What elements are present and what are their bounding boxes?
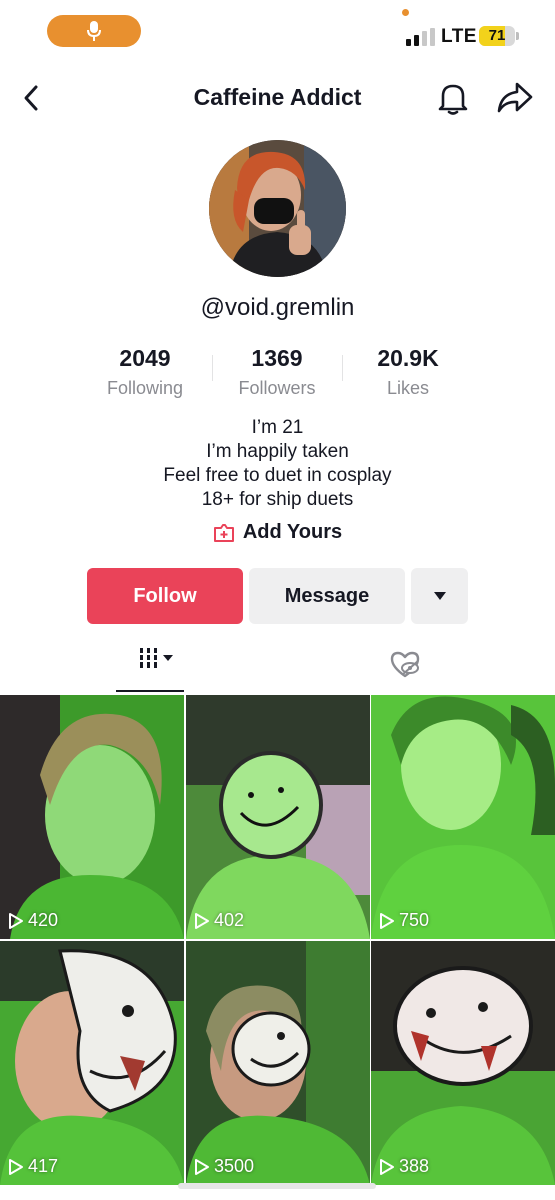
bell-icon bbox=[438, 84, 468, 115]
grid-icon bbox=[138, 648, 173, 668]
microphone-icon bbox=[87, 21, 101, 41]
video-grid: 420 402 750 417 3500 388 bbox=[0, 695, 555, 1200]
play-icon bbox=[380, 1158, 394, 1175]
video-preview-image bbox=[371, 695, 555, 939]
profile-header: Caffeine Addict bbox=[0, 70, 555, 126]
signal-icon bbox=[406, 28, 435, 46]
hidden-heart-icon bbox=[390, 651, 420, 678]
network-type: LTE bbox=[441, 26, 477, 47]
caret-down-icon bbox=[433, 592, 446, 600]
bio-line: 18+ for ship duets bbox=[201, 489, 354, 510]
view-count-text: 388 bbox=[399, 1156, 430, 1176]
stat-number: 2049 bbox=[119, 345, 171, 371]
add-yours-icon bbox=[213, 523, 234, 542]
view-count-text: 402 bbox=[214, 910, 245, 930]
stat-following[interactable]: 2049 Following bbox=[75, 345, 215, 399]
bio: I’m 21 I’m happily taken Feel free to du… bbox=[0, 416, 555, 512]
tab-liked-videos[interactable] bbox=[388, 650, 422, 680]
follow-button[interactable]: Follow bbox=[87, 568, 243, 624]
stat-likes[interactable]: 20.9K Likes bbox=[338, 345, 478, 399]
view-count: 750 bbox=[379, 910, 429, 931]
video-thumbnail[interactable]: 388 bbox=[371, 941, 555, 1185]
stat-number: 20.9K bbox=[377, 345, 439, 371]
play-icon bbox=[380, 912, 394, 929]
avatar[interactable] bbox=[209, 140, 346, 277]
more-options-button[interactable] bbox=[411, 568, 468, 624]
view-count: 388 bbox=[379, 1156, 429, 1177]
video-thumbnail[interactable]: 3500 bbox=[186, 941, 370, 1185]
bio-line: I’m 21 bbox=[251, 417, 304, 438]
stat-followers[interactable]: 1369 Followers bbox=[207, 345, 347, 399]
notifications-button[interactable] bbox=[436, 80, 470, 116]
page-title: Caffeine Addict bbox=[193, 84, 362, 110]
view-count-text: 420 bbox=[28, 910, 59, 930]
add-yours-link[interactable]: Add Yours bbox=[0, 521, 555, 544]
video-preview-image bbox=[186, 695, 370, 939]
stat-label: Following bbox=[106, 378, 184, 398]
stat-label: Likes bbox=[386, 378, 430, 398]
privacy-dot bbox=[402, 9, 409, 16]
video-preview-image bbox=[186, 941, 370, 1185]
video-thumbnail[interactable]: 402 bbox=[186, 695, 370, 939]
stat-number: 1369 bbox=[251, 345, 303, 371]
bio-line: Feel free to duet in cosplay bbox=[163, 465, 392, 486]
view-count: 402 bbox=[194, 910, 244, 931]
active-tab-indicator bbox=[116, 690, 184, 692]
home-indicator[interactable] bbox=[178, 1183, 376, 1189]
username: @void.gremlin bbox=[200, 294, 355, 321]
battery-level: 71 bbox=[488, 27, 506, 44]
view-count-text: 417 bbox=[28, 1156, 59, 1176]
view-count: 417 bbox=[8, 1156, 58, 1177]
play-icon bbox=[9, 912, 23, 929]
add-yours-label: Add Yours bbox=[242, 521, 343, 543]
play-icon bbox=[9, 1158, 23, 1175]
view-count-text: 750 bbox=[399, 910, 430, 930]
battery-tip bbox=[516, 32, 519, 40]
message-button[interactable]: Message bbox=[249, 568, 405, 624]
share-arrow-icon bbox=[497, 82, 533, 113]
tab-videos[interactable] bbox=[116, 645, 184, 693]
video-thumbnail[interactable]: 420 bbox=[0, 695, 184, 939]
video-thumbnail[interactable]: 750 bbox=[371, 695, 555, 939]
video-thumbnail[interactable]: 417 bbox=[0, 941, 184, 1185]
view-count: 420 bbox=[8, 910, 58, 931]
status-bar: LTE 71 bbox=[0, 0, 555, 70]
video-preview-image bbox=[0, 941, 184, 1185]
bio-line: I’m happily taken bbox=[206, 441, 349, 462]
view-count-text: 3500 bbox=[214, 1156, 255, 1176]
avatar-image bbox=[209, 140, 346, 277]
stat-label: Followers bbox=[238, 378, 316, 398]
play-icon bbox=[195, 912, 209, 929]
battery-icon: 71 bbox=[479, 26, 515, 46]
microphone-indicator[interactable] bbox=[47, 15, 141, 47]
share-button[interactable] bbox=[496, 80, 534, 116]
play-icon bbox=[195, 1158, 209, 1175]
video-preview-image bbox=[0, 695, 184, 939]
video-preview-image bbox=[371, 941, 555, 1185]
view-count: 3500 bbox=[194, 1156, 254, 1177]
